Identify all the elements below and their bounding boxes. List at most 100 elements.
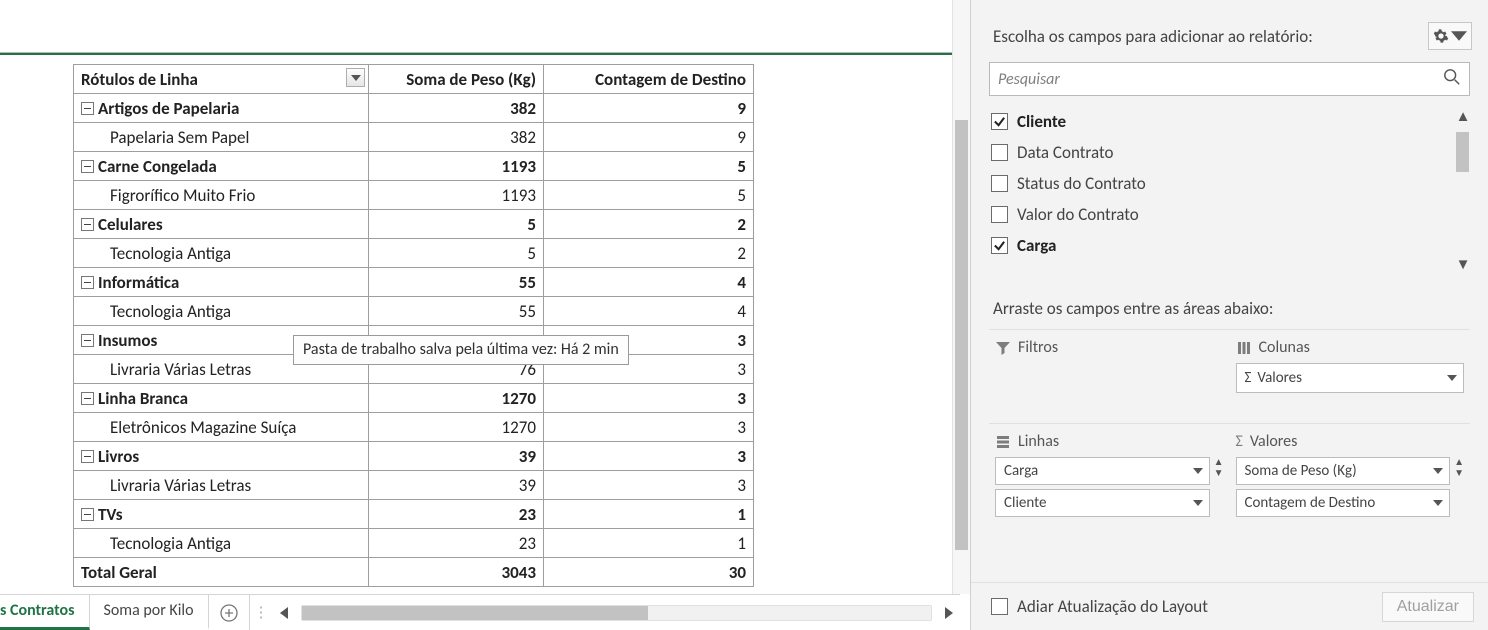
header-rowlabels-text: Rótulos de Linha	[81, 69, 198, 90]
field-list[interactable]: ClienteData ContratoStatus do ContratoVa…	[989, 106, 1470, 276]
pivot-leaf-cell[interactable]: Papelaria Sem Papel	[74, 123, 369, 152]
pivot-header-peso[interactable]: Soma de Peso (Kg)	[369, 65, 544, 94]
collapse-icon[interactable]	[81, 508, 94, 521]
field-row[interactable]: Valor do Contrato	[989, 199, 1470, 230]
triangle-down-icon[interactable]: ▼	[1456, 256, 1470, 274]
autosave-tooltip: Pasta de trabalho salva pela última vez:…	[293, 335, 629, 365]
pivot-group-peso[interactable]: 5	[369, 210, 544, 239]
rows-reorder-buttons[interactable]: ▲ ▼	[1214, 457, 1224, 478]
tab-strip-grip[interactable]: ⋮	[249, 595, 273, 630]
pivot-leaf-dest[interactable]: 2	[544, 239, 754, 268]
pivot-group-peso[interactable]: 1193	[369, 152, 544, 181]
pivot-leaf-peso[interactable]: 1193	[369, 181, 544, 210]
pivot-group-cell[interactable]: Carne Congelada	[74, 152, 369, 181]
triangle-up-icon[interactable]: ▲	[1456, 108, 1470, 126]
pivot-group-dest[interactable]: 1	[544, 500, 754, 529]
row-filter-dropdown[interactable]	[346, 68, 365, 87]
pivot-group-label: Linha Branca	[98, 388, 188, 409]
hscroll-right[interactable]	[936, 595, 960, 630]
pivot-leaf-peso[interactable]: 23	[369, 529, 544, 558]
pivot-leaf-dest[interactable]: 5	[544, 181, 754, 210]
pivot-table[interactable]: Rótulos de Linha Soma de Peso (Kg) Conta…	[73, 64, 754, 587]
pivot-leaf-cell[interactable]: Livraria Várias Letras	[74, 471, 369, 500]
pivot-group-dest[interactable]: 4	[544, 268, 754, 297]
pivot-leaf-peso[interactable]: 39	[369, 471, 544, 500]
hscroll-left[interactable]	[273, 595, 297, 630]
collapse-icon[interactable]	[81, 392, 94, 405]
pivot-group-dest[interactable]: 3	[544, 384, 754, 413]
rows-item-cliente[interactable]: Cliente	[995, 489, 1210, 517]
collapse-icon[interactable]	[81, 450, 94, 463]
horizontal-scrollbar-thumb[interactable]	[302, 606, 648, 620]
vertical-scrollbar-thumb[interactable]	[955, 120, 968, 550]
pivot-leaf-cell[interactable]: Tecnologia Antiga	[74, 239, 369, 268]
columns-item-valores[interactable]: Σ Valores	[1236, 363, 1465, 393]
pivot-total-label[interactable]: Total Geral	[74, 558, 369, 587]
pivot-group-cell[interactable]: TVs	[74, 500, 369, 529]
defer-layout-checkbox[interactable]: Adiar Atualização do Layout	[991, 596, 1208, 617]
horizontal-scrollbar[interactable]	[301, 605, 933, 621]
pivot-total-peso[interactable]: 3043	[369, 558, 544, 587]
pivot-leaf-dest[interactable]: 3	[544, 413, 754, 442]
move-down-icon[interactable]: ▼	[1214, 468, 1224, 478]
pivot-group-label: Celulares	[98, 214, 163, 235]
values-item-destino[interactable]: Contagem de Destino	[1236, 489, 1451, 517]
rows-item-carga[interactable]: Carga	[995, 457, 1210, 485]
field-list-scrollbar-thumb[interactable]	[1456, 132, 1469, 172]
pivot-header-destino[interactable]: Contagem de Destino	[544, 65, 754, 94]
pivot-leaf-peso[interactable]: 5	[369, 239, 544, 268]
pivot-group-cell[interactable]: Celulares	[74, 210, 369, 239]
field-list-options-button[interactable]	[1428, 22, 1472, 50]
pivot-leaf-peso[interactable]: 55	[369, 297, 544, 326]
area-values[interactable]: Σ Valores Soma de Peso (Kg) Contagem de …	[1230, 423, 1471, 517]
area-rows[interactable]: Linhas Carga Cliente ▲ ▼	[989, 423, 1230, 517]
pivot-leaf-cell[interactable]: Eletrônicos Magazine Suíça	[74, 413, 369, 442]
pivot-total-dest[interactable]: 30	[544, 558, 754, 587]
pivot-group-cell[interactable]: Artigos de Papelaria	[74, 94, 369, 123]
pivot-header-rowlabels[interactable]: Rótulos de Linha	[74, 65, 369, 94]
new-sheet-button[interactable]	[209, 595, 249, 630]
pivot-leaf-dest[interactable]: 4	[544, 297, 754, 326]
field-row[interactable]: Carga	[989, 230, 1470, 261]
move-down-icon[interactable]: ▼	[1454, 468, 1464, 478]
pivot-group-peso[interactable]: 23	[369, 500, 544, 529]
vertical-scrollbar[interactable]	[952, 0, 970, 594]
area-columns[interactable]: Colunas Σ Valores	[1230, 329, 1471, 423]
sheet-tab-soma-kilo[interactable]: Soma por Kilo	[90, 595, 209, 630]
search-placeholder-text: Pesquisar	[998, 70, 1060, 89]
pivot-group-dest[interactable]: 2	[544, 210, 754, 239]
field-row[interactable]: Cliente	[989, 106, 1470, 137]
pivot-group-dest[interactable]: 5	[544, 152, 754, 181]
pivot-leaf-peso[interactable]: 1270	[369, 413, 544, 442]
pivot-leaf-peso[interactable]: 382	[369, 123, 544, 152]
field-row[interactable]: Status do Contrato	[989, 168, 1470, 199]
chevron-down-icon	[1433, 468, 1443, 474]
area-filters[interactable]: Filtros	[989, 329, 1230, 423]
collapse-icon[interactable]	[81, 276, 94, 289]
pivot-group-peso[interactable]: 1270	[369, 384, 544, 413]
pivot-group-peso[interactable]: 55	[369, 268, 544, 297]
pivot-group-dest[interactable]: 3	[544, 442, 754, 471]
pivot-group-peso[interactable]: 39	[369, 442, 544, 471]
collapse-icon[interactable]	[81, 160, 94, 173]
pivot-group-cell[interactable]: Linha Branca	[74, 384, 369, 413]
values-item-peso[interactable]: Soma de Peso (Kg)	[1236, 457, 1451, 485]
update-button[interactable]: Atualizar	[1382, 592, 1474, 622]
field-search-input[interactable]: Pesquisar	[989, 62, 1470, 96]
sheet-tab-contratos[interactable]: s Contratos	[0, 595, 90, 630]
collapse-icon[interactable]	[81, 218, 94, 231]
pivot-leaf-cell[interactable]: Figrorífico Muito Frio	[74, 181, 369, 210]
field-row[interactable]: Data Contrato	[989, 137, 1470, 168]
pivot-group-peso[interactable]: 382	[369, 94, 544, 123]
values-reorder-buttons[interactable]: ▲ ▼	[1454, 457, 1464, 478]
pivot-leaf-cell[interactable]: Tecnologia Antiga	[74, 297, 369, 326]
collapse-icon[interactable]	[81, 334, 94, 347]
pivot-group-cell[interactable]: Livros	[74, 442, 369, 471]
pivot-leaf-cell[interactable]: Tecnologia Antiga	[74, 529, 369, 558]
pivot-group-cell[interactable]: Informática	[74, 268, 369, 297]
pivot-leaf-dest[interactable]: 1	[544, 529, 754, 558]
collapse-icon[interactable]	[81, 102, 94, 115]
pivot-group-dest[interactable]: 9	[544, 94, 754, 123]
pivot-leaf-dest[interactable]: 3	[544, 471, 754, 500]
pivot-leaf-dest[interactable]: 9	[544, 123, 754, 152]
